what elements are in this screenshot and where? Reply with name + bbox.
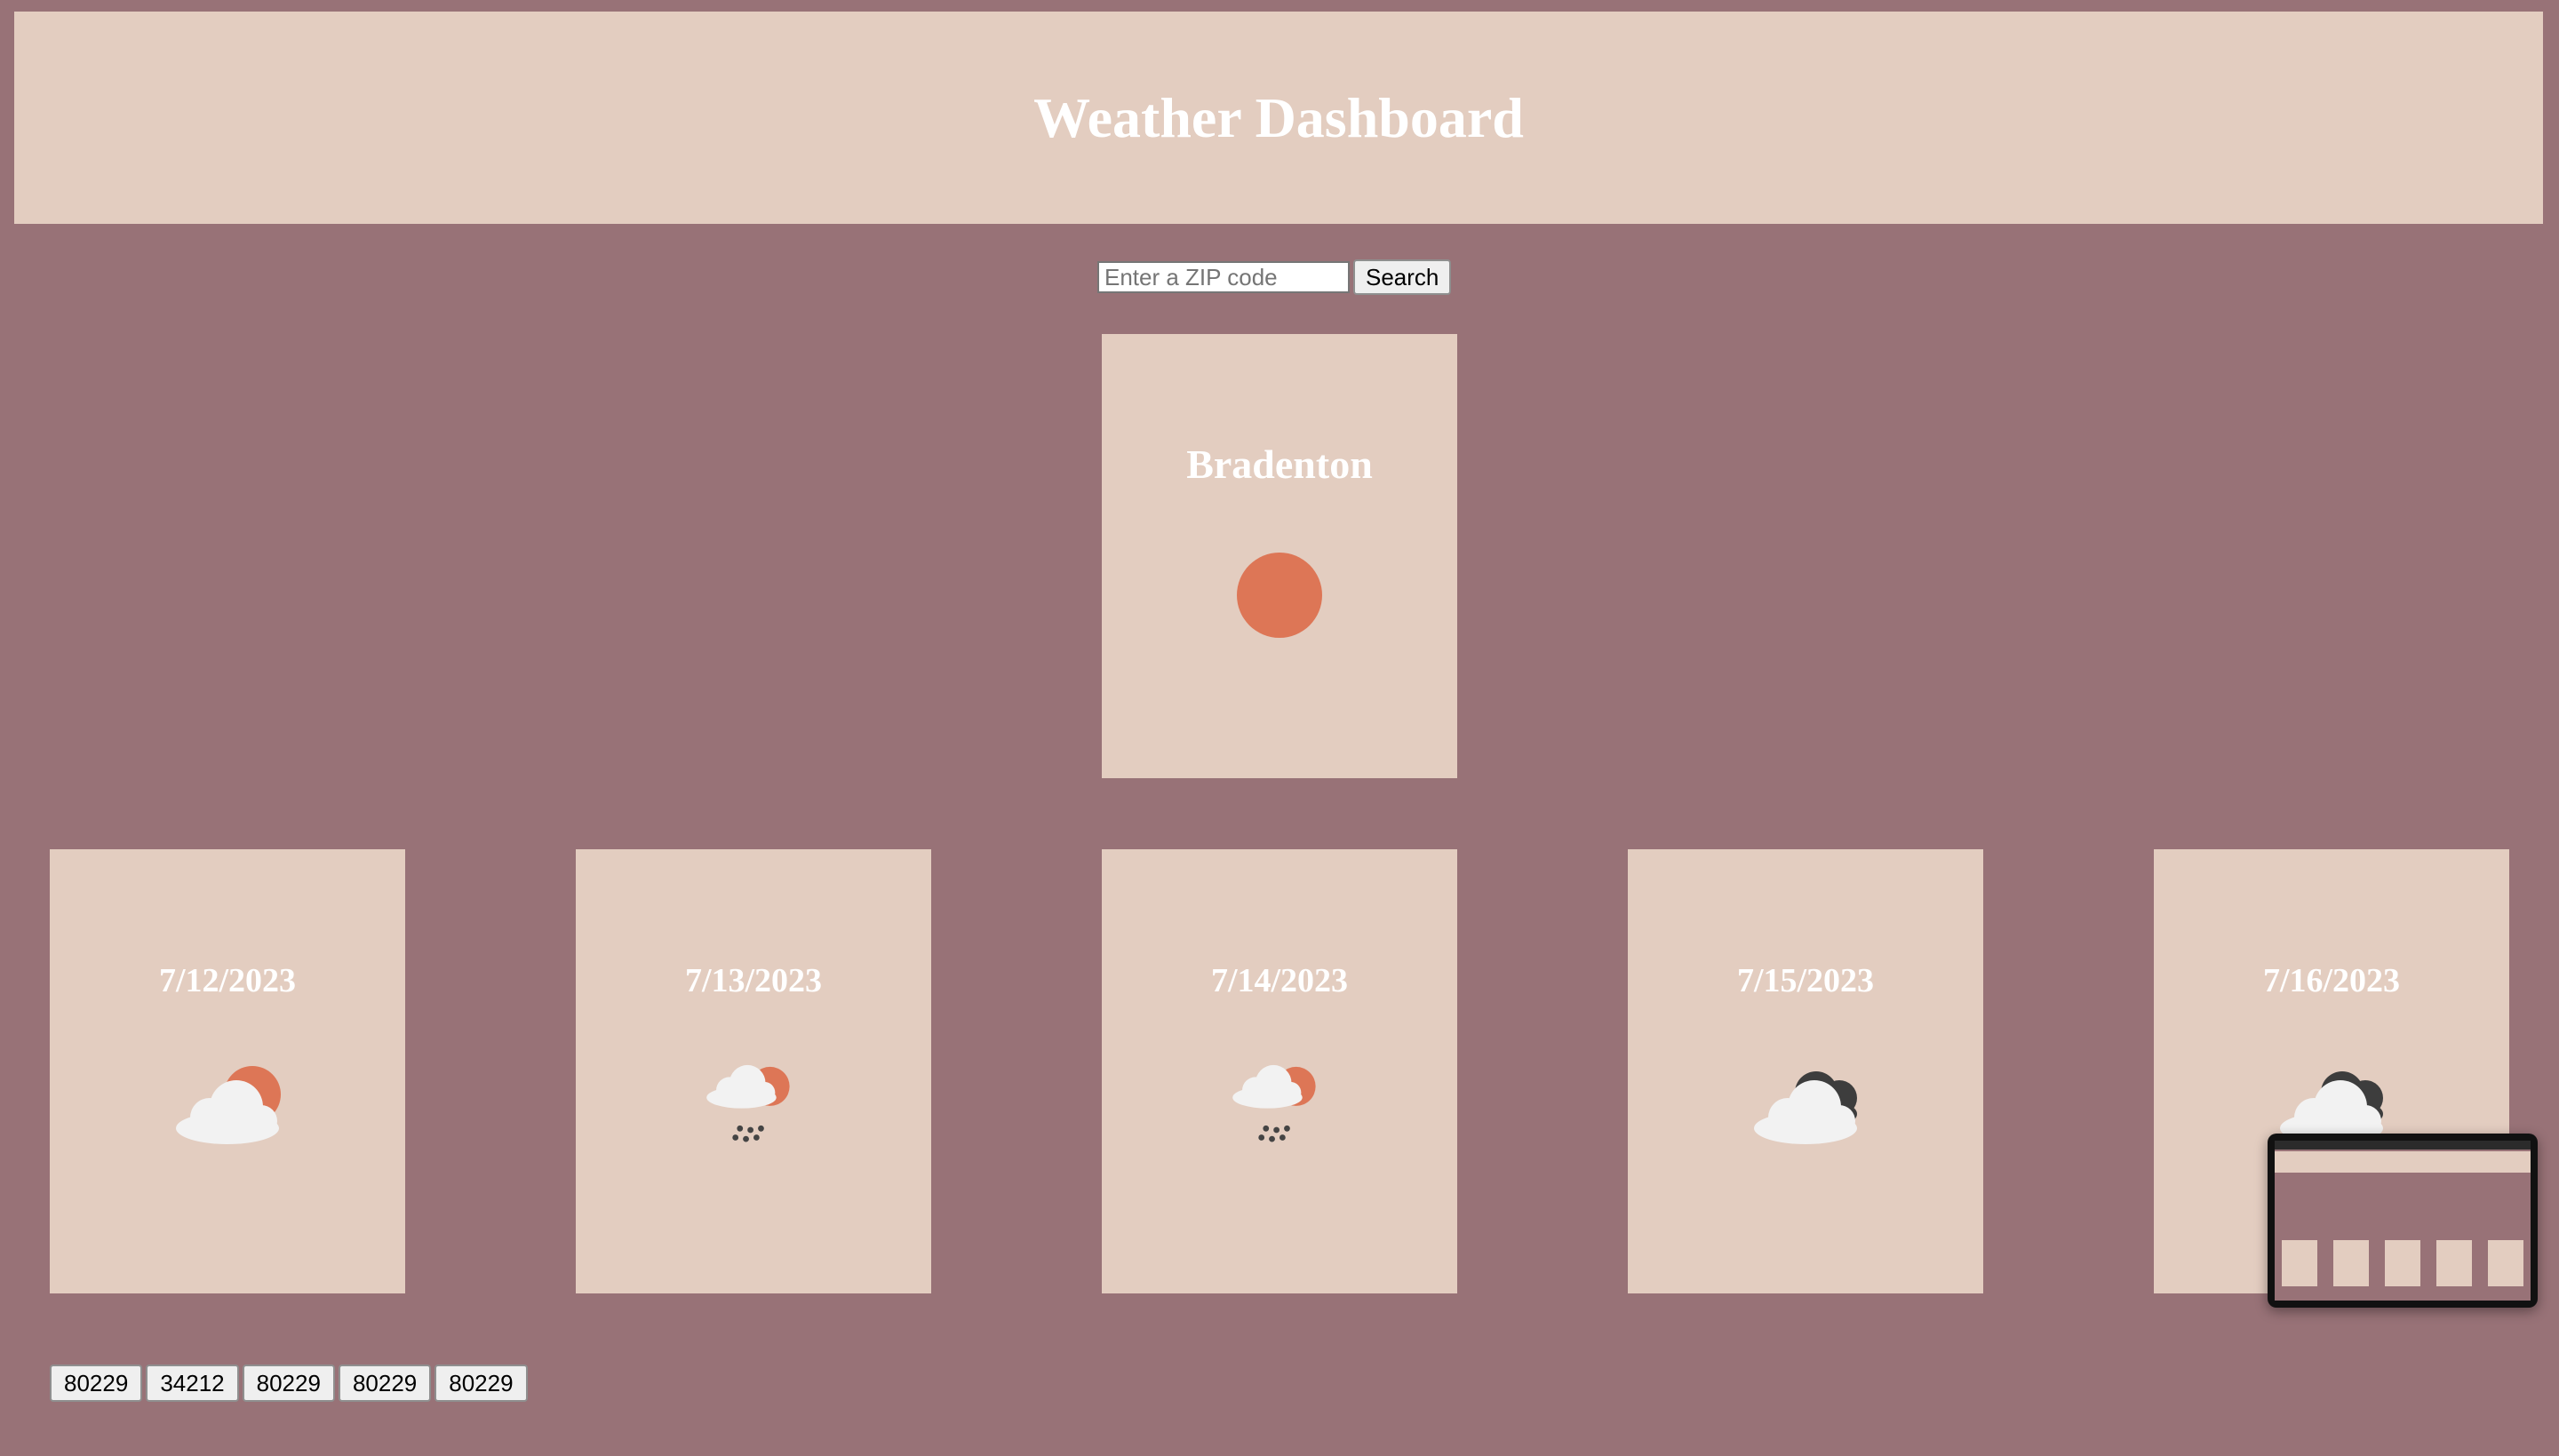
forecast-card: 7/15/2023 <box>1628 849 1983 1293</box>
forecast-date: 7/16/2023 <box>2262 962 2401 999</box>
forecast-date: 7/12/2023 <box>158 962 297 999</box>
thumbnail-header <box>2275 1151 2531 1173</box>
history-button[interactable]: 80229 <box>50 1365 143 1402</box>
history-button[interactable]: 80229 <box>242 1365 335 1402</box>
header-banner: Weather Dashboard <box>14 12 2543 224</box>
history-button[interactable]: 80229 <box>434 1365 528 1402</box>
thumbnail-preview <box>2275 1141 2531 1301</box>
thumbnail-card <box>2333 1240 2369 1286</box>
thumbnail-toolbar <box>2275 1141 2531 1150</box>
current-weather-card: Bradenton <box>1102 334 1457 778</box>
cloudy-icon <box>1754 1071 1857 1144</box>
city-name: Bradenton <box>1186 442 1373 487</box>
forecast-card: 7/14/2023 <box>1102 849 1457 1293</box>
screenshot-thumbnail[interactable] <box>2268 1134 2538 1308</box>
search-button[interactable]: Search <box>1353 259 1452 295</box>
rain-sun-icon <box>1232 1064 1316 1142</box>
sun-icon <box>1237 553 1322 638</box>
search-bar: Search <box>1097 259 1452 297</box>
forecast-date: 7/14/2023 <box>1210 962 1349 999</box>
search-history: 80229 34212 80229 80229 80229 <box>50 1365 528 1402</box>
forecast-date: 7/15/2023 <box>1736 962 1875 999</box>
zip-input[interactable] <box>1097 261 1350 293</box>
forecast-card: 7/13/2023 <box>576 849 931 1293</box>
history-button[interactable]: 34212 <box>146 1365 239 1402</box>
forecast-card: 7/12/2023 <box>50 849 405 1293</box>
history-button[interactable]: 80229 <box>338 1365 432 1402</box>
partly-cloudy-sun-icon <box>176 1066 281 1144</box>
thumbnail-card <box>2282 1240 2317 1286</box>
thumbnail-card <box>2385 1240 2420 1286</box>
thumbnail-card <box>2436 1240 2472 1286</box>
forecast-date: 7/13/2023 <box>684 962 823 999</box>
rain-sun-icon <box>706 1064 790 1142</box>
thumbnail-card <box>2488 1240 2523 1286</box>
page-title: Weather Dashboard <box>1033 85 1524 149</box>
